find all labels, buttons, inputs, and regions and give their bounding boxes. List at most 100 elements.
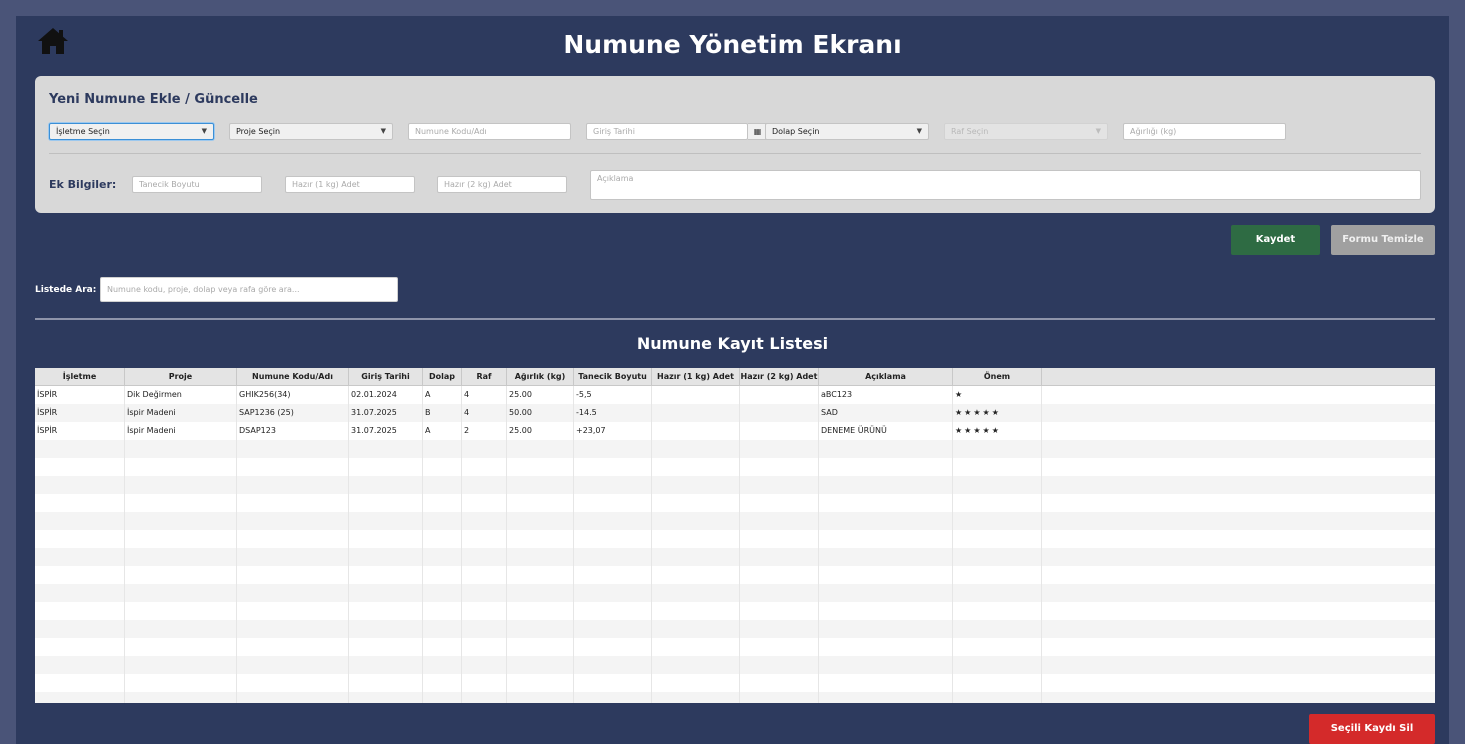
table-cell	[349, 476, 423, 494]
table-cell	[740, 530, 819, 548]
table-cell: İSPİR	[35, 386, 125, 404]
table-cell	[125, 602, 237, 620]
column-header[interactable]: Hazır (1 kg) Adet	[652, 368, 740, 385]
table-cell	[423, 566, 462, 584]
table-cell: -14.5	[574, 404, 652, 422]
column-header[interactable]: İşletme	[35, 368, 125, 385]
table-cell	[1042, 530, 1435, 548]
table-cell	[652, 548, 740, 566]
numune-kodu-input[interactable]	[408, 123, 571, 140]
table-cell	[125, 620, 237, 638]
table-cell	[1042, 566, 1435, 584]
table-cell	[740, 440, 819, 458]
table-cell	[462, 566, 507, 584]
table-cell	[953, 458, 1042, 476]
hazir-2kg-input[interactable]	[437, 176, 567, 193]
table-cell	[652, 674, 740, 692]
table-row[interactable]: İSPİR İspir Madeni SAP1236 (25) 31.07.2025 B…	[35, 404, 1435, 422]
proje-select-value: Proje Seçin	[236, 127, 281, 136]
table-cell	[237, 530, 349, 548]
column-header[interactable]: Ağırlık (kg)	[507, 368, 574, 385]
column-header[interactable]: Hazır (2 kg) Adet	[740, 368, 819, 385]
table-cell	[819, 512, 953, 530]
hazir-1kg-input[interactable]	[285, 176, 415, 193]
save-button[interactable]: Kaydet	[1231, 225, 1320, 255]
agirlik-input[interactable]	[1123, 123, 1286, 140]
records-table[interactable]: İşletme Proje Numune Kodu/Adı Giriş Tarihi D…	[35, 368, 1435, 703]
aciklama-textarea[interactable]	[590, 170, 1421, 200]
table-cell	[740, 620, 819, 638]
table-cell	[740, 602, 819, 620]
table-cell	[740, 692, 819, 703]
table-cell	[125, 638, 237, 656]
table-cell	[953, 584, 1042, 602]
table-cell	[35, 494, 125, 512]
table-cell	[35, 584, 125, 602]
proje-select[interactable]: Proje Seçin ▼	[229, 123, 393, 140]
table-cell	[507, 494, 574, 512]
table-cell	[1042, 422, 1435, 440]
table-cell	[349, 530, 423, 548]
form-divider	[49, 153, 1421, 154]
column-header[interactable]: Dolap	[423, 368, 462, 385]
column-header[interactable]: Numune Kodu/Adı	[237, 368, 349, 385]
column-header[interactable]: Tanecik Boyutu	[574, 368, 652, 385]
table-cell: A	[423, 386, 462, 404]
table-cell	[35, 512, 125, 530]
table-cell	[819, 440, 953, 458]
column-header[interactable]: Açıklama	[819, 368, 953, 385]
table-cell	[237, 602, 349, 620]
table-cell: -5,5	[574, 386, 652, 404]
table-cell	[462, 548, 507, 566]
search-input[interactable]	[100, 277, 398, 302]
table-cell	[35, 602, 125, 620]
giris-tarihi-input[interactable]	[586, 123, 748, 140]
table-cell	[652, 512, 740, 530]
table-cell: ★★★★★	[953, 404, 1042, 422]
table-header: İşletme Proje Numune Kodu/Adı Giriş Tarihi D…	[35, 368, 1435, 386]
table-cell	[953, 440, 1042, 458]
chevron-down-icon: ▼	[380, 127, 386, 135]
table-cell: SAD	[819, 404, 953, 422]
dolap-select[interactable]: Dolap Seçin ▼	[765, 123, 929, 140]
column-header[interactable]: Giriş Tarihi	[349, 368, 423, 385]
table-cell	[819, 602, 953, 620]
table-cell	[740, 512, 819, 530]
table-row[interactable]: İSPİR Dik Değirmen GHIK256(34) 02.01.2024 A 4…	[35, 386, 1435, 404]
table-row[interactable]: İSPİR İspir Madeni DSAP123 31.07.2025 A 2 25.0…	[35, 422, 1435, 440]
table-cell	[1042, 386, 1435, 404]
table-cell	[740, 494, 819, 512]
table-cell	[507, 548, 574, 566]
dolap-select-value: Dolap Seçin	[772, 127, 820, 136]
table-cell	[652, 386, 740, 404]
table-cell	[574, 656, 652, 674]
isletme-select[interactable]: İşletme Seçin ▼	[49, 123, 214, 140]
delete-selected-button[interactable]: Seçili Kaydı Sil	[1309, 714, 1435, 744]
table-cell	[574, 512, 652, 530]
table-cell	[237, 458, 349, 476]
table-cell	[507, 476, 574, 494]
table-cell	[740, 584, 819, 602]
table-cell	[1042, 440, 1435, 458]
clear-form-button[interactable]: Formu Temizle	[1331, 225, 1435, 255]
column-header[interactable]: Raf	[462, 368, 507, 385]
table-cell	[953, 476, 1042, 494]
table-cell	[1042, 674, 1435, 692]
search-label: Listede Ara:	[35, 285, 97, 295]
table-cell	[125, 458, 237, 476]
table-cell: 31.07.2025	[349, 422, 423, 440]
table-cell	[462, 494, 507, 512]
table-cell	[237, 692, 349, 703]
column-header[interactable]: Önem	[953, 368, 1042, 385]
table-cell	[953, 638, 1042, 656]
table-cell	[1042, 512, 1435, 530]
table-cell	[652, 440, 740, 458]
column-header[interactable]: Proje	[125, 368, 237, 385]
tanecik-boyutu-input[interactable]	[132, 176, 262, 193]
table-cell	[574, 584, 652, 602]
empty-table-row	[35, 476, 1435, 494]
table-cell	[652, 476, 740, 494]
table-cell	[423, 512, 462, 530]
table-cell	[237, 476, 349, 494]
table-cell	[1042, 458, 1435, 476]
